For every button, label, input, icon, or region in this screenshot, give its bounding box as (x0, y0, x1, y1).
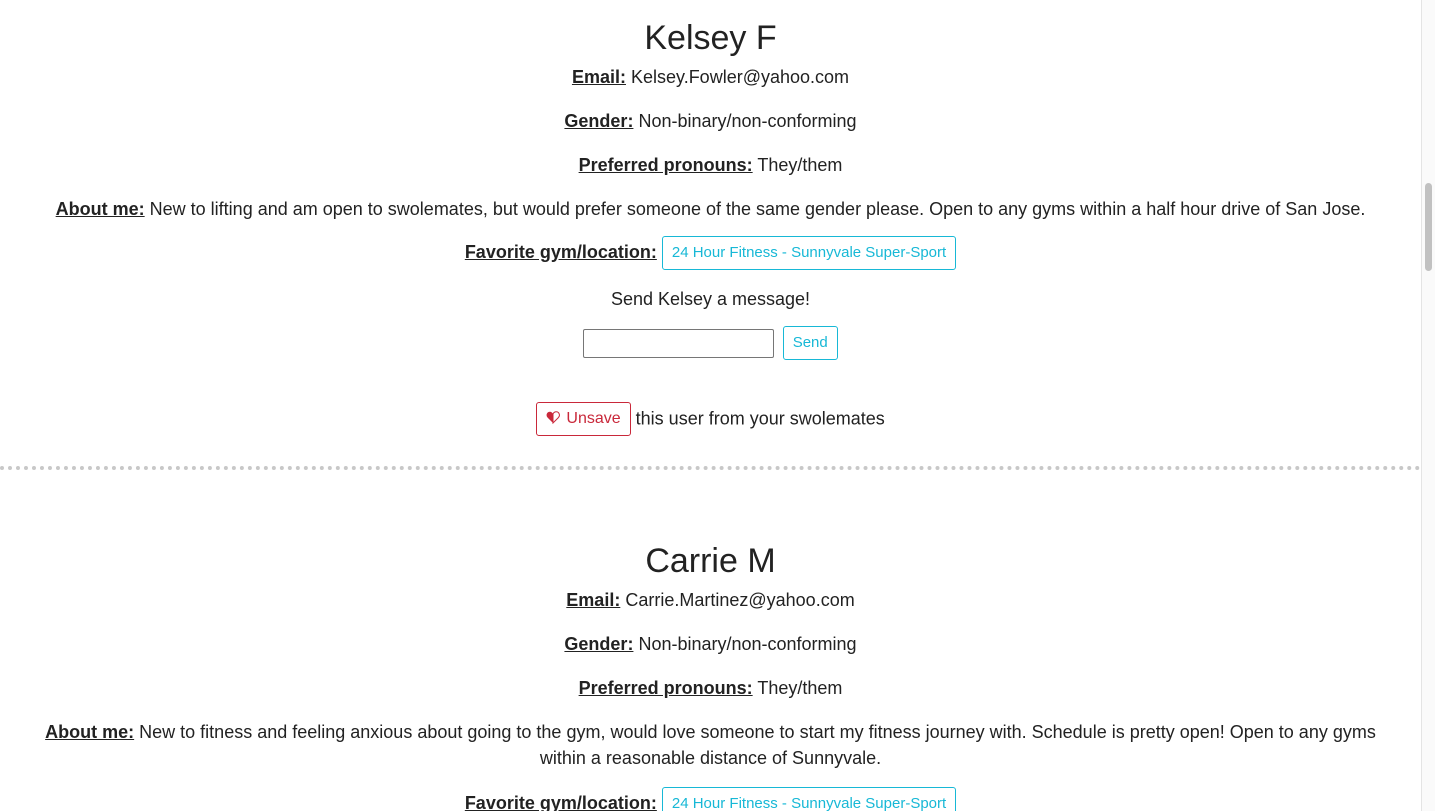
profile-name: Kelsey F (644, 19, 777, 57)
email-label: Email: (571, 67, 626, 87)
gender-label: Gender: (564, 634, 634, 654)
email-row: Email: Carrie.Martinez@yahoo.com (0, 587, 1421, 613)
page: Kelsey F Email: Kelsey.Fowler@yahoo.com … (0, 0, 1421, 811)
send-button[interactable]: Send (782, 326, 838, 360)
profile-divider (0, 466, 1421, 470)
gender-value: Non-binary/non-conforming (638, 634, 857, 654)
gender-value: Non-binary/non-conforming (638, 111, 857, 131)
favorite-gym-row: Favorite gym/location: 24 Hour Fitness -… (0, 236, 1421, 270)
email-label: Email: (566, 590, 621, 610)
message-input[interactable] (583, 328, 775, 358)
favorite-gym-label: Favorite gym/location: (464, 241, 657, 262)
profile-name: Carrie M (645, 542, 776, 580)
message-prompt: Send Kelsey a message! (610, 289, 811, 309)
about-value: New to lifting and am open to swolemates… (149, 199, 1366, 219)
heart-icon (546, 410, 564, 427)
gender-row: Gender: Non-binary/non-conforming (0, 108, 1421, 134)
pronouns-value: They/them (757, 155, 843, 175)
pronouns-label: Preferred pronouns: (578, 678, 753, 698)
favorite-gym-button[interactable]: 24 Hour Fitness - Sunnyvale Super-Sport (661, 236, 957, 270)
unsave-button[interactable]: Unsave (536, 402, 631, 437)
email-row: Email: Kelsey.Fowler@yahoo.com (0, 64, 1421, 90)
about-value: New to fitness and feeling anxious about… (139, 722, 1376, 768)
email-value: Carrie.Martinez@yahoo.com (625, 590, 855, 610)
gender-label: Gender: (564, 111, 634, 131)
favorite-gym-button[interactable]: 24 Hour Fitness - Sunnyvale Super-Sport (661, 787, 957, 811)
pronouns-value: They/them (757, 678, 843, 698)
vertical-scrollbar[interactable] (1421, 0, 1435, 811)
gender-row: Gender: Non-binary/non-conforming (0, 631, 1421, 657)
favorite-gym-row: Favorite gym/location: 24 Hour Fitness -… (0, 787, 1421, 811)
pronouns-row: Preferred pronouns: They/them (0, 152, 1421, 178)
profile-card: Kelsey F Email: Kelsey.Fowler@yahoo.com … (0, 18, 1421, 437)
about-row: About me: New to lifting and am open to … (0, 196, 1421, 222)
favorite-gym-label: Favorite gym/location: (464, 792, 657, 811)
unsave-row: Unsave this user from your swolemates (0, 402, 1421, 437)
message-form: Send (0, 326, 1421, 360)
pronouns-row: Preferred pronouns: They/them (0, 675, 1421, 701)
about-row: About me: New to fitness and feeling anx… (21, 719, 1401, 771)
profile-card: Carrie M Email: Carrie.Martinez@yahoo.co… (0, 541, 1421, 811)
scrollbar-thumb[interactable] (1425, 183, 1432, 271)
email-value: Kelsey.Fowler@yahoo.com (631, 67, 850, 87)
pronouns-label: Preferred pronouns: (578, 155, 753, 175)
unsave-label: Unsave (566, 410, 621, 428)
about-label: About me: (55, 199, 145, 219)
about-label: About me: (45, 722, 135, 742)
unsave-suffix: this user from your swolemates (635, 408, 885, 429)
